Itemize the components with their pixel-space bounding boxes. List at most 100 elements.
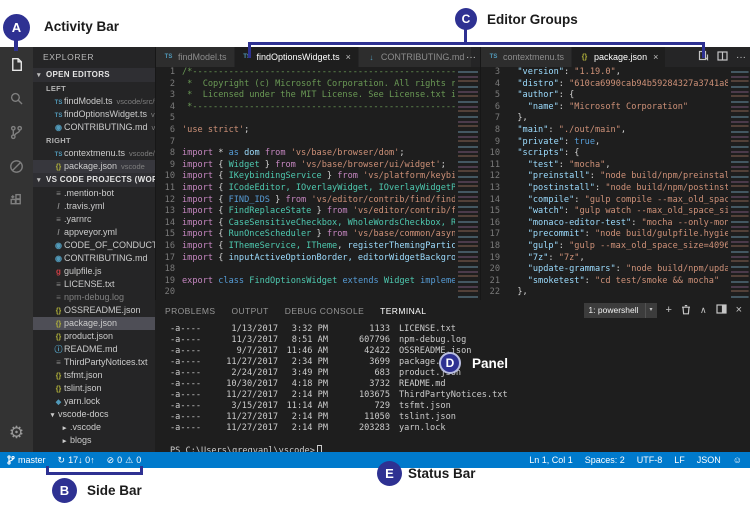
file-row[interactable]: {}OSSREADME.json xyxy=(33,304,155,317)
indentation-indicator[interactable]: Spaces: 2 xyxy=(585,455,625,465)
file-row[interactable]: ≡LICENSE.txt xyxy=(33,278,155,291)
tab-findModel.ts[interactable]: TSfindModel.ts xyxy=(156,47,235,67)
panel-tab-problems[interactable]: PROBLEMS xyxy=(165,306,215,316)
file-name: .vscode xyxy=(70,422,101,432)
panel-tab-output[interactable]: OUTPUT xyxy=(231,306,268,316)
line-number: 9 xyxy=(156,160,182,172)
file-name: tsfmt.json xyxy=(64,370,103,380)
folder-row[interactable]: ▸blogs xyxy=(33,434,155,447)
txt-file-icon: ≡ xyxy=(53,356,64,369)
search-icon[interactable] xyxy=(0,81,33,115)
panel: PROBLEMS OUTPUT DEBUG CONSOLE TERMINAL 1: p… xyxy=(155,300,750,452)
line-number: 6 xyxy=(156,125,182,137)
terminal-cell: -a---- xyxy=(170,368,208,379)
line-number: 11 xyxy=(481,160,507,172)
open-editor-item[interactable]: TScontextmenu.tsvscode/src/... xyxy=(33,147,155,160)
file-row[interactable]: {}tsfmt.json xyxy=(33,369,155,382)
extensions-icon[interactable] xyxy=(0,183,33,217)
line-content: "name": "Microsoft Corporation" xyxy=(507,102,750,114)
minimap-left[interactable] xyxy=(455,67,480,300)
terminal-output[interactable]: -a----1/13/20173:32 PM1133LICENSE.txt-a-… xyxy=(155,324,750,452)
file-row[interactable]: ≡npm-debug.log xyxy=(33,291,155,304)
file-row[interactable]: ≡.yarnrc xyxy=(33,213,155,226)
code-line: 18 xyxy=(156,264,480,276)
terminal-cell: 11/3/2017 xyxy=(208,335,278,346)
open-editor-item[interactable]: {}package.jsonvscode xyxy=(33,160,155,173)
source-control-icon[interactable] xyxy=(0,115,33,149)
file-row[interactable]: ◆yarn.lock xyxy=(33,395,155,408)
more-actions-icon[interactable]: ··· xyxy=(736,52,746,63)
minimap-right[interactable] xyxy=(728,67,750,300)
panel-tab-terminal[interactable]: TERMINAL xyxy=(380,306,426,316)
kill-terminal-icon[interactable] xyxy=(681,304,691,318)
language-mode-indicator[interactable]: JSON xyxy=(697,455,721,465)
tab-contextmenu.ts[interactable]: TScontextmenu.ts xyxy=(481,47,572,67)
editor-group-left: TSfindModel.tsTSfindOptionsWidget.ts×↓CO… xyxy=(155,47,480,300)
open-editor-item[interactable]: TSfindModel.tsvscode/src/vs/... xyxy=(33,95,155,108)
terminal-prompt[interactable]: PS C:\Users\gregvanl\vscode> xyxy=(170,445,750,452)
tab-package.json[interactable]: {}package.json× xyxy=(572,47,666,67)
settings-gear-icon[interactable]: ⚙ xyxy=(0,420,33,446)
file-row[interactable]: ⓘREADME.md xyxy=(33,343,155,356)
problems-indicator[interactable]: ⊘ 0 ⚠ 0 xyxy=(107,455,142,466)
warning-icon: ⚠ xyxy=(125,455,133,466)
file-row[interactable]: /appveyor.yml xyxy=(33,226,155,239)
git-branch-indicator[interactable]: master xyxy=(7,455,46,465)
tab-CONTRIBUTING.md[interactable]: ↓CONTRIBUTING.md xyxy=(359,47,473,67)
new-terminal-button[interactable]: + xyxy=(666,305,672,316)
folder-row[interactable]: ▾vscode-docs xyxy=(33,408,155,421)
file-row[interactable]: ≡.mention-bot xyxy=(33,187,155,200)
file-row[interactable]: {}product.json xyxy=(33,330,155,343)
encoding-indicator[interactable]: UTF-8 xyxy=(637,455,663,465)
file-row[interactable]: {}package.json xyxy=(33,317,155,330)
line-content: "gulp": "gulp --max_old_space_size=4096"… xyxy=(507,241,750,253)
folder-file-icon: ▸ xyxy=(59,435,70,447)
split-panel-icon[interactable] xyxy=(716,304,727,317)
folder-row[interactable]: ▸.vscode xyxy=(33,421,155,434)
file-row[interactable]: ≡ThirdPartyNotices.txt xyxy=(33,356,155,369)
terminal-select[interactable]: 1: powershell▾ xyxy=(584,303,656,318)
maximize-panel-icon[interactable]: ∧ xyxy=(700,306,707,315)
feedback-smiley-icon[interactable]: ☺ xyxy=(733,455,742,465)
line-number: 10 xyxy=(156,171,182,183)
explorer-icon[interactable] xyxy=(0,47,33,81)
list-file-icon: ≡ xyxy=(53,187,64,200)
editor-code-left[interactable]: 1/*-------------------------------------… xyxy=(156,67,480,300)
debug-icon[interactable] xyxy=(0,149,33,183)
file-path-detail: vscode xyxy=(121,162,145,171)
close-tab-icon[interactable]: × xyxy=(346,52,351,62)
open-editor-item[interactable]: ◉CONTRIBUTING.mdvscode xyxy=(33,121,155,134)
file-row[interactable]: {}tslint.json xyxy=(33,382,155,395)
cursor-position[interactable]: Ln 1, Col 1 xyxy=(529,455,573,465)
chevron-down-icon: ▾ xyxy=(37,69,46,82)
tab-label: package.json xyxy=(594,52,647,62)
line-number: 8 xyxy=(481,125,507,137)
line-number: 5 xyxy=(156,113,182,125)
file-row[interactable]: ggulpfile.js xyxy=(33,265,155,278)
code-line: 22 }, xyxy=(481,287,750,299)
more-actions-icon[interactable]: ··· xyxy=(466,52,476,63)
file-row[interactable]: ◉CODE_OF_CONDUCT.md xyxy=(33,239,155,252)
status-bar-left: master ↻ 17↓ 0↑ ⊘ 0 ⚠ 0 xyxy=(0,455,141,466)
tab-findOptionsWidget.ts[interactable]: TSfindOptionsWidget.ts× xyxy=(235,47,359,67)
workspace-header[interactable]: ▾VS CODE PROJECTS (WORKSPACE) xyxy=(33,173,155,187)
file-row[interactable]: /.travis.yml xyxy=(33,200,155,213)
editor-code-right[interactable]: 3 "version": "1.19.0",4 "distro": "610ca… xyxy=(481,67,750,300)
split-editor-icon[interactable] xyxy=(717,51,728,64)
open-editor-item[interactable]: TSfindOptionsWidget.tsvsco... xyxy=(33,108,155,121)
md-file-icon: ◉ xyxy=(53,252,64,265)
code-line: 21 "smoketest": "cd test/smoke && mocha" xyxy=(481,276,750,288)
file-row[interactable]: ◉CONTRIBUTING.md xyxy=(33,252,155,265)
line-content: "watch": "gulp watch --max_old_space_siz… xyxy=(507,206,750,218)
callout-b-label: Side Bar xyxy=(87,483,142,498)
sync-indicator[interactable]: ↻ 17↓ 0↑ xyxy=(58,455,95,466)
terminal-cell: 8:51 AM xyxy=(278,335,328,346)
line-number: 3 xyxy=(481,67,507,79)
close-panel-icon[interactable]: × xyxy=(736,305,742,316)
close-tab-icon[interactable]: × xyxy=(653,52,658,62)
open-editors-header[interactable]: ▾OPEN EDITORS xyxy=(33,68,155,82)
eol-indicator[interactable]: LF xyxy=(674,455,685,465)
panel-tab-debug-console[interactable]: DEBUG CONSOLE xyxy=(285,306,364,316)
line-number: 13 xyxy=(156,206,182,218)
code-line: 11 "test": "mocha", xyxy=(481,160,750,172)
